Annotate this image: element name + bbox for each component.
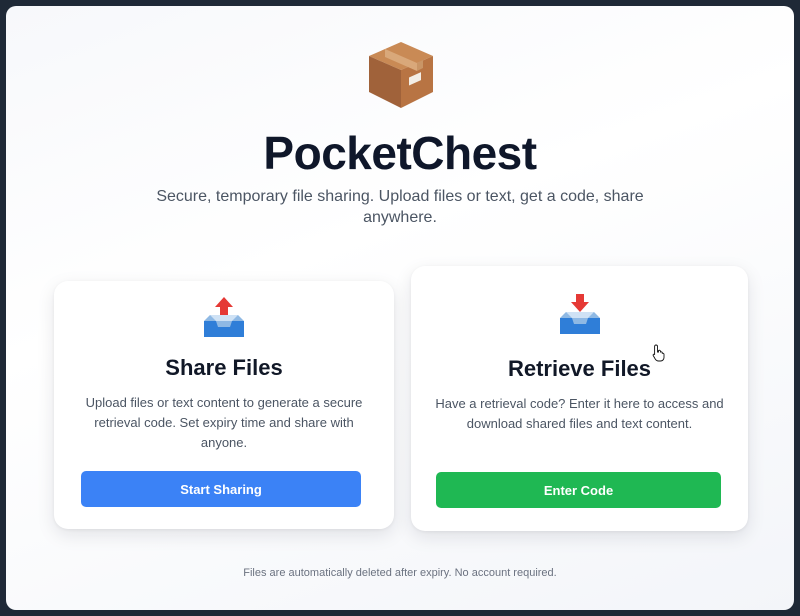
start-sharing-button[interactable]: Start Sharing xyxy=(81,471,361,507)
share-files-card: Share Files Upload files or text content… xyxy=(54,281,394,529)
outbox-tray-icon xyxy=(204,297,244,337)
package-box-icon xyxy=(369,42,433,108)
retrieve-card-description: Have a retrieval code? Enter it here to … xyxy=(435,396,724,431)
share-card-description: Upload files or text content to generate… xyxy=(85,395,363,450)
enter-code-button[interactable]: Enter Code xyxy=(436,472,721,508)
share-card-title: Share Files xyxy=(165,355,283,380)
retrieve-card-title: Retrieve Files xyxy=(507,356,652,381)
inbox-tray-icon xyxy=(560,294,600,334)
app-window: PocketChest Secure, temporary file shari… xyxy=(6,6,794,610)
page-subtitle: Secure, temporary file sharing. Upload f… xyxy=(156,188,644,226)
footer-note: Files are automatically deleted after ex… xyxy=(243,567,557,579)
retrieve-files-card: Retrieve Files Have a retrieval code? En… xyxy=(411,266,748,531)
page-title: PocketChest xyxy=(263,127,537,179)
hand-cursor-icon xyxy=(652,344,665,362)
